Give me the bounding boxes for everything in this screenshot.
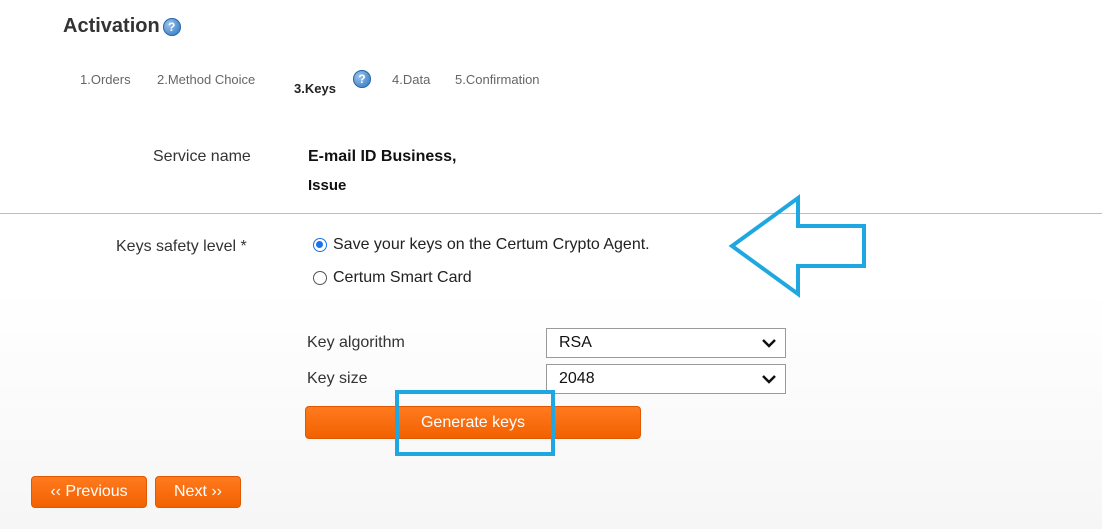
section-divider: [0, 213, 1102, 214]
radio-crypto-agent[interactable]: Save your keys on the Certum Crypto Agen…: [313, 236, 650, 254]
radio-button[interactable]: [313, 271, 327, 285]
previous-button[interactable]: ‹‹ Previous: [31, 476, 147, 508]
previous-label: ‹‹ Previous: [50, 483, 128, 500]
page-title: Activation ?: [63, 15, 181, 38]
key-size-label: Key size: [307, 370, 368, 387]
radio-button-checked[interactable]: [313, 238, 327, 252]
annotation-highlight-box: [395, 390, 555, 456]
key-size-value: 2048: [559, 370, 595, 387]
radio-smart-card[interactable]: Certum Smart Card: [313, 269, 472, 287]
service-name-value-line2: Issue: [308, 177, 347, 194]
step-method-choice: 2.Method Choice: [157, 72, 256, 87]
help-icon[interactable]: ?: [162, 17, 181, 36]
annotation-arrow-icon: [728, 194, 866, 298]
next-button[interactable]: Next ››: [155, 476, 241, 508]
page-title-text: Activation: [63, 15, 160, 37]
step-orders: 1.Orders: [80, 72, 131, 87]
step-data: 4.Data: [392, 72, 431, 87]
step-keys: 3.Keys: [294, 81, 336, 96]
key-algorithm-value: RSA: [559, 334, 592, 351]
step-confirmation: 5.Confirmation: [455, 72, 540, 87]
chevron-down-icon: [762, 339, 776, 348]
help-icon[interactable]: ?: [353, 70, 371, 88]
radio-smart-card-label[interactable]: Certum Smart Card: [333, 269, 472, 287]
key-algorithm-label: Key algorithm: [307, 334, 405, 351]
service-name-label: Service name: [153, 148, 251, 165]
key-size-select[interactable]: 2048: [546, 364, 786, 394]
service-name-value: E-mail ID Business,: [308, 148, 457, 165]
next-label: Next ››: [174, 483, 222, 500]
key-algorithm-select[interactable]: RSA: [546, 328, 786, 358]
radio-crypto-agent-label[interactable]: Save your keys on the Certum Crypto Agen…: [333, 236, 650, 254]
chevron-down-icon: [762, 375, 776, 384]
keys-safety-label: Keys safety level *: [116, 238, 247, 255]
step-keys-help[interactable]: ?: [353, 70, 371, 88]
